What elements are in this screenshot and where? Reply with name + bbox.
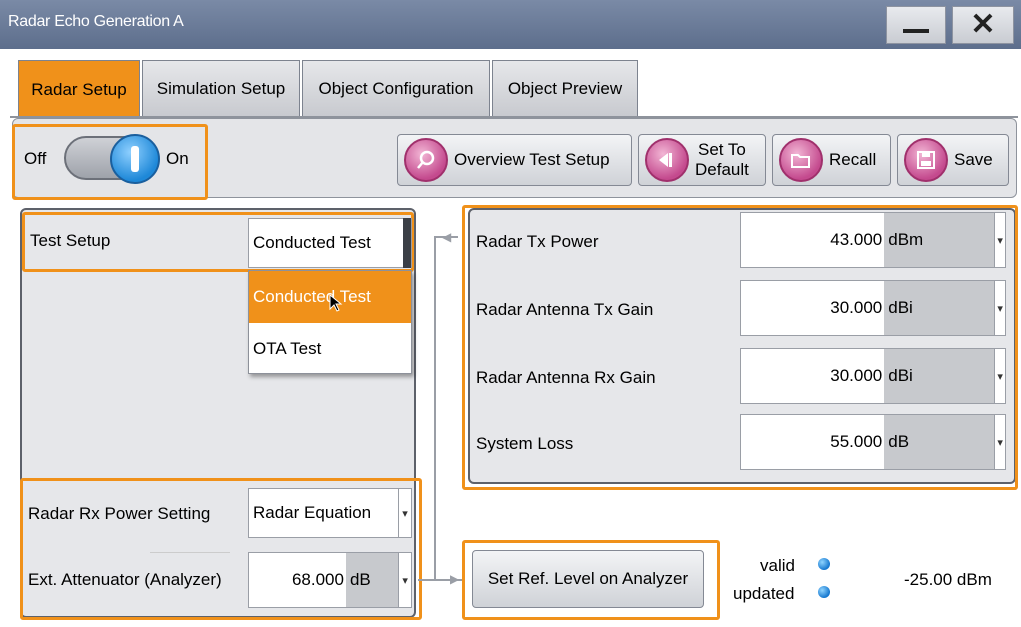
save-button[interactable]: Save (897, 134, 1009, 186)
folder-open-icon (779, 138, 823, 182)
chevron-down-icon: ▾ (994, 415, 1005, 469)
rx-power-select[interactable]: Radar Equation ▾ (248, 488, 412, 538)
radar-tx-power-value: 43.000 (830, 230, 883, 249)
attenuator-field[interactable]: 68.000 dB ▾ (248, 552, 412, 608)
system-loss-unit: dB (884, 415, 995, 469)
recall-button[interactable]: Recall (772, 134, 891, 186)
updated-label: updated (733, 584, 795, 603)
attenuator-label: Ext. Attenuator (Analyzer) (28, 570, 222, 589)
arrow-left-icon: ◀ (442, 230, 452, 244)
minimize-icon (903, 29, 929, 33)
option-ota-test[interactable]: OTA Test (249, 323, 411, 375)
chevron-down-icon: ▾ (398, 553, 411, 607)
tab-simulation-setup[interactable]: Simulation Setup (142, 60, 300, 116)
toggle-on-label: On (166, 149, 189, 168)
system-loss-value: 55.000 (830, 432, 883, 451)
separator (150, 552, 230, 553)
antenna-tx-gain-field[interactable]: 30.000 dBi ▾ (740, 280, 1006, 336)
arrow-left-icon (645, 138, 689, 182)
system-loss-field[interactable]: 55.000 dB ▾ (740, 414, 1006, 470)
set-to-default-button[interactable]: Set To Default (638, 134, 766, 186)
overview-test-setup-button[interactable]: Overview Test Setup (397, 134, 632, 186)
antenna-tx-gain-value: 30.000 (830, 298, 883, 317)
close-button[interactable]: ✕ (952, 6, 1014, 44)
tab-radar-setup[interactable]: Radar Setup (18, 60, 140, 118)
radar-tx-power-unit: dBm (884, 213, 995, 267)
set-default-line1: Set To (697, 140, 746, 159)
power-toggle-knob[interactable] (110, 134, 160, 184)
set-default-line2: Default (695, 160, 749, 179)
close-icon: ✕ (970, 8, 996, 41)
floppy-disk-icon (904, 138, 948, 182)
connector-line (434, 236, 436, 580)
test-setup-value: Conducted Test (253, 233, 371, 252)
mouse-cursor-icon (329, 293, 343, 317)
chevron-down-icon: ▾ (994, 213, 1005, 267)
rx-power-label: Radar Rx Power Setting (28, 504, 211, 523)
select-focus-bar (403, 218, 411, 268)
set-ref-level-button[interactable]: Set Ref. Level on Analyzer (472, 550, 704, 608)
valid-label: valid (760, 556, 795, 575)
antenna-rx-gain-unit: dBi (884, 349, 995, 403)
tab-object-preview[interactable]: Object Preview (492, 60, 638, 116)
chevron-down-icon: ▾ (994, 349, 1005, 403)
arrow-right-icon: ▶ (450, 572, 460, 586)
minimize-button[interactable] (886, 6, 946, 44)
test-setup-select[interactable]: Conducted Test (248, 218, 412, 268)
chevron-down-icon: ▾ (398, 489, 411, 537)
antenna-tx-gain-unit: dBi (884, 281, 995, 335)
updated-indicator-icon (818, 586, 830, 598)
valid-indicator-icon (818, 558, 830, 570)
window-title: Radar Echo Generation A (8, 13, 184, 30)
antenna-rx-gain-field[interactable]: 30.000 dBi ▾ (740, 348, 1006, 404)
rx-power-value: Radar Equation (253, 503, 372, 522)
radar-tx-power-label: Radar Tx Power (476, 232, 599, 251)
test-setup-dropdown-list: Conducted Test OTA Test (248, 270, 412, 374)
antenna-tx-gain-label: Radar Antenna Tx Gain (476, 300, 654, 319)
chevron-down-icon: ▾ (994, 281, 1005, 335)
system-loss-label: System Loss (476, 434, 574, 453)
ref-level-value: -25.00 dBm (904, 570, 992, 589)
antenna-rx-gain-value: 30.000 (830, 366, 883, 385)
attenuator-unit: dB (345, 553, 399, 607)
attenuator-value: 68.000 (291, 570, 344, 589)
test-setup-label: Test Setup (30, 231, 111, 250)
magnifier-icon (404, 138, 448, 182)
radar-tx-power-field[interactable]: 43.000 dBm ▾ (740, 212, 1006, 268)
tab-object-configuration[interactable]: Object Configuration (302, 60, 490, 116)
power-icon (131, 146, 139, 172)
antenna-rx-gain-label: Radar Antenna Rx Gain (476, 368, 656, 387)
toggle-off-label: Off (24, 149, 47, 168)
